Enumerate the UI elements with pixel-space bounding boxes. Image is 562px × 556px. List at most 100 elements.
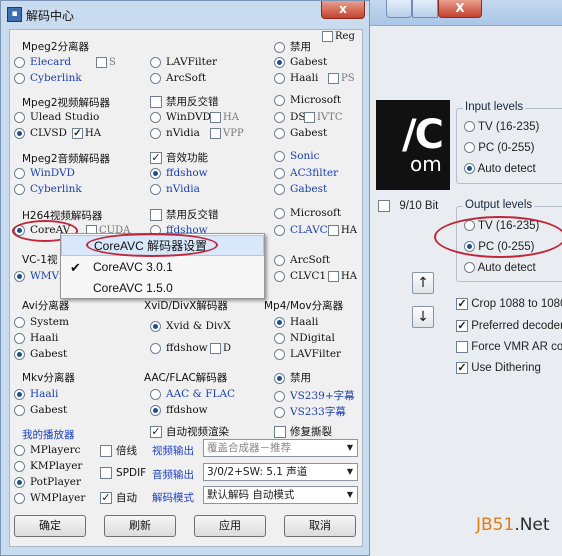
clvc1-option[interactable]: CLVC1 <box>274 270 326 282</box>
checkbox-icon[interactable] <box>328 271 339 282</box>
ndigital-option[interactable]: NDigital <box>274 332 335 344</box>
ac3filter-option[interactable]: AC3filter <box>274 167 338 179</box>
radio-icon[interactable] <box>274 94 285 106</box>
ivtc-checkbox[interactable]: IVTC <box>304 112 343 123</box>
radio-selected-icon[interactable] <box>274 316 285 328</box>
radio-icon[interactable] <box>14 444 25 456</box>
ds-option[interactable]: DS <box>274 111 306 123</box>
system-avi-option[interactable]: System <box>14 316 69 328</box>
move-up-button[interactable]: ↑ <box>412 272 434 294</box>
clvsd-ha-checkbox[interactable]: ✓ HA <box>72 128 101 139</box>
disable-extra-option[interactable]: 禁用 <box>274 370 311 385</box>
move-down-button[interactable]: ↓ <box>412 306 434 328</box>
ok-button[interactable]: 确定 <box>14 515 86 537</box>
video-output-label[interactable]: 视频输出 <box>152 443 194 458</box>
radio-icon[interactable] <box>274 167 285 179</box>
d-checkbox[interactable]: D <box>210 343 231 354</box>
maximize-button[interactable] <box>412 0 438 18</box>
windvd-video-option[interactable]: WinDVD <box>150 111 211 123</box>
radio-icon[interactable] <box>274 183 285 195</box>
radio-selected-icon[interactable] <box>464 163 475 175</box>
windvd-audio-option[interactable]: WinDVD <box>14 167 75 179</box>
ffdshow-aac-option[interactable]: ffdshow <box>150 404 208 416</box>
radio-icon[interactable] <box>274 390 285 402</box>
clvc1-ha-checkbox[interactable]: HA <box>328 271 357 282</box>
clavc-option[interactable]: CLAVC <box>274 224 328 236</box>
radio-icon[interactable] <box>274 254 285 266</box>
menu-item-coreavc-301[interactable]: ✔ CoreAVC 3.0.1 <box>61 257 264 278</box>
ffdshow-audio-option[interactable]: ffdshow <box>150 167 208 179</box>
output-auto-option[interactable]: Auto detect <box>464 262 536 274</box>
video-output-select[interactable]: 覆盖合成器－推荐 ▼ <box>203 439 358 457</box>
audio-output-label[interactable]: 音频输出 <box>152 467 194 482</box>
radio-icon[interactable] <box>14 316 25 328</box>
mplayerc-option[interactable]: MPlayerc <box>14 444 80 456</box>
checkbox-icon[interactable] <box>328 73 339 84</box>
menu-item-coreavc-150[interactable]: CoreAVC 1.5.0 <box>61 278 264 299</box>
radio-icon[interactable] <box>150 183 161 195</box>
radio-icon[interactable] <box>274 224 285 236</box>
checkbox-icon[interactable] <box>210 343 221 354</box>
radio-selected-icon[interactable] <box>274 372 285 384</box>
checkbox-checked-icon[interactable]: ✓ <box>456 320 468 332</box>
radio-icon[interactable] <box>14 56 25 68</box>
fix-tearing-option[interactable]: 修复撕裂 <box>274 424 332 439</box>
haali-splitter-option[interactable]: Haali <box>274 72 318 84</box>
wmvi-option[interactable]: WMVi <box>14 270 62 282</box>
radio-icon[interactable] <box>14 492 25 504</box>
mpeg2-disable-option[interactable]: 禁用 <box>274 39 311 54</box>
arcsoft-vc1-option[interactable]: ArcSoft <box>274 254 330 266</box>
clvsd-option[interactable]: CLVSD <box>14 127 67 139</box>
radio-icon[interactable] <box>274 111 285 123</box>
gabest-avi-option[interactable]: Gabest <box>14 348 67 360</box>
haali-mkv-option[interactable]: Haali <box>14 388 58 400</box>
vs239-option[interactable]: VS239+字幕 <box>274 388 355 403</box>
checkbox-icon[interactable] <box>210 112 221 123</box>
checkbox-checked-icon[interactable]: ✓ <box>456 362 468 374</box>
vs233-option[interactable]: VS233字幕 <box>274 404 346 419</box>
radio-icon[interactable] <box>274 332 285 344</box>
ffdshow-xvid-option[interactable]: ffdshow <box>150 342 208 354</box>
checkbox-icon[interactable] <box>96 57 107 68</box>
radio-selected-icon[interactable] <box>14 270 25 282</box>
checkbox-icon[interactable] <box>100 467 112 479</box>
radio-selected-icon[interactable] <box>274 56 285 68</box>
mpeg2-deinterlace-option[interactable]: 禁用反交错 <box>150 94 219 109</box>
lavfilter-mp4-option[interactable]: LAVFilter <box>274 348 341 360</box>
radio-icon[interactable] <box>150 56 161 68</box>
decode-mode-label[interactable]: 解码模式 <box>152 490 194 505</box>
h264-deinterlace-option[interactable]: 禁用反交错 <box>150 207 219 222</box>
radio-selected-icon[interactable] <box>14 348 25 360</box>
radio-icon[interactable] <box>14 167 25 179</box>
nvidia-audio-option[interactable]: nVidia <box>150 183 200 195</box>
elecard-option[interactable]: Elecard <box>14 56 71 68</box>
radio-icon[interactable] <box>464 142 475 154</box>
radio-selected-icon[interactable] <box>150 320 161 332</box>
radio-icon[interactable] <box>14 404 25 416</box>
ulead-option[interactable]: Ulead Studio <box>14 111 99 123</box>
nvidia-video-option[interactable]: nVidia <box>150 127 200 139</box>
radio-selected-icon[interactable] <box>14 476 25 488</box>
radio-icon[interactable] <box>14 111 25 123</box>
xvid-option[interactable]: Xvid & DivX <box>150 320 231 332</box>
checkbox-icon[interactable] <box>150 209 162 221</box>
radio-selected-icon[interactable] <box>150 167 161 179</box>
gabest-splitter-option[interactable]: Gabest <box>274 56 327 68</box>
lavfilter-option[interactable]: LAVFilter <box>150 56 217 68</box>
gabest-mkv-option[interactable]: Gabest <box>14 404 67 416</box>
radio-icon[interactable] <box>464 121 475 133</box>
checkbox-checked-icon[interactable]: ✓ <box>150 426 162 438</box>
radio-icon[interactable] <box>150 72 161 84</box>
apply-button[interactable]: 应用 <box>194 515 266 537</box>
radio-icon[interactable] <box>274 270 285 282</box>
windvd-ha-checkbox[interactable]: HA <box>210 112 239 123</box>
radio-icon[interactable] <box>14 332 25 344</box>
s-checkbox[interactable]: S <box>96 57 116 68</box>
double-speed-option[interactable]: 倍线 <box>100 443 137 458</box>
background-close-button[interactable]: X <box>438 0 482 18</box>
gabest-video-option[interactable]: Gabest <box>274 127 327 139</box>
radio-icon[interactable] <box>14 460 25 472</box>
sound-effect-option[interactable]: ✓ 音效功能 <box>150 150 208 165</box>
my-players-label[interactable]: 我的播放器 <box>22 427 75 442</box>
cancel-button[interactable]: 取消 <box>284 515 356 537</box>
